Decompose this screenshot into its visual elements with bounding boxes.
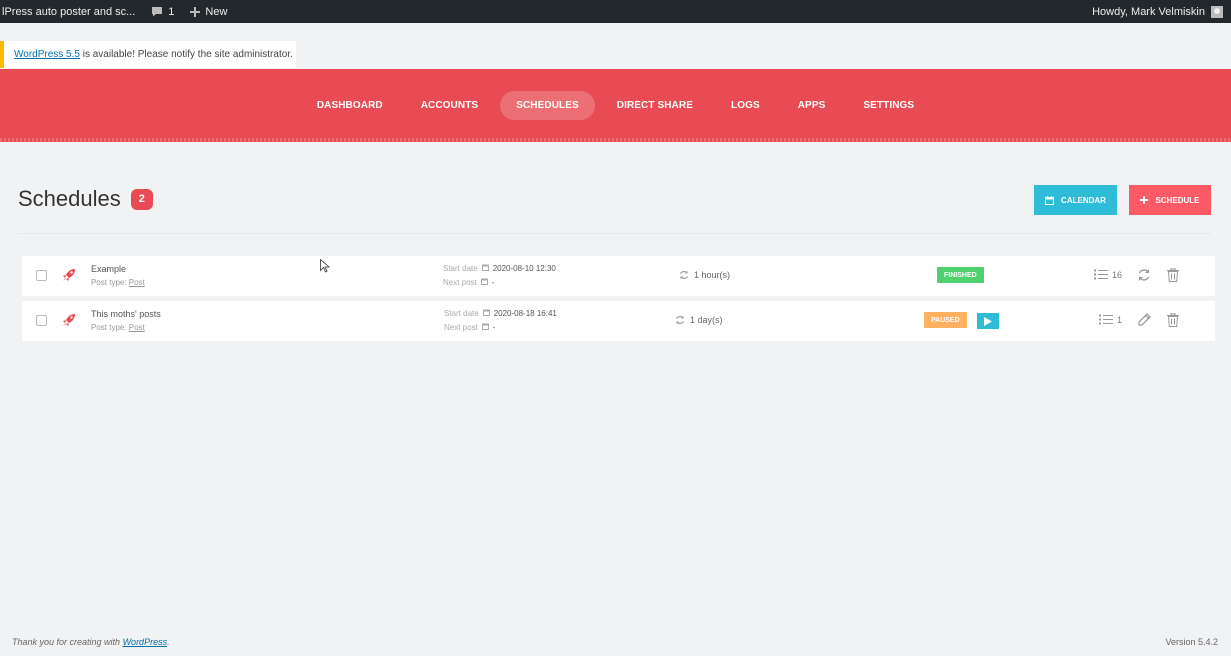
- row-checkbox[interactable]: [36, 270, 47, 281]
- logs-button[interactable]: 1: [1099, 314, 1122, 325]
- calendar-button[interactable]: CALENDAR: [1034, 185, 1117, 215]
- main-navigation: DASHBOARD ACCOUNTS SCHEDULES DIRECT SHAR…: [0, 69, 1231, 142]
- start-date-value: 2020-08-18 16:41: [493, 309, 557, 319]
- new-label: New: [205, 5, 228, 18]
- interval-value: 1 hour(s): [694, 270, 731, 280]
- next-post-label: Next post: [444, 323, 478, 333]
- schedule-name: Example: [91, 264, 127, 274]
- schedule-row: Example Post type: Post Start date 2020-0…: [22, 256, 1215, 296]
- play-icon: [984, 316, 992, 326]
- plus-icon: [190, 6, 201, 17]
- comments-link[interactable]: 1: [143, 6, 182, 18]
- nav-dashboard[interactable]: DASHBOARD: [301, 91, 399, 120]
- next-post-value: -: [492, 323, 496, 333]
- nav-accounts[interactable]: ACCOUNTS: [405, 91, 494, 120]
- start-date-label: Start date: [444, 309, 479, 319]
- header-divider: [18, 233, 1211, 234]
- rocket-icon: [62, 313, 76, 329]
- post-type: Post type: Post: [91, 278, 145, 287]
- edit-icon[interactable]: [1137, 313, 1151, 329]
- log-count: 1: [1117, 314, 1123, 325]
- add-schedule-button[interactable]: SCHEDULE: [1129, 185, 1211, 215]
- log-count: 16: [1112, 269, 1123, 280]
- page-title-text: Schedules: [18, 186, 121, 211]
- list-icon: [1099, 314, 1113, 325]
- wordpress-update-link[interactable]: WordPress 5.5: [14, 49, 80, 60]
- site-title-link[interactable]: lPress auto poster and sc...: [0, 6, 143, 18]
- post-type-label: Post type:: [91, 278, 129, 287]
- schedule-interval: 1 hour(s): [679, 270, 730, 280]
- footer-version: Version 5.4.2: [1165, 637, 1218, 647]
- comment-icon: [151, 6, 163, 17]
- next-post-value: -: [491, 278, 495, 288]
- delete-icon[interactable]: [1167, 267, 1179, 284]
- rerun-icon[interactable]: [1137, 268, 1151, 284]
- footer-thanks-suffix: .: [167, 637, 170, 647]
- new-content-link[interactable]: New: [182, 6, 235, 18]
- resume-button[interactable]: [977, 313, 999, 329]
- rocket-icon: [62, 268, 76, 284]
- interval-value: 1 day(s): [690, 315, 723, 325]
- calendar-icon: [480, 276, 488, 290]
- wp-admin-bar: lPress auto poster and sc... 1 New Howdy…: [0, 0, 1231, 23]
- footer-thanks-prefix: Thank you for creating with: [12, 637, 123, 647]
- post-type: Post type: Post: [91, 323, 145, 332]
- nav-apps[interactable]: APPS: [782, 91, 842, 120]
- schedule-row: This moths' posts Post type: Post Start …: [22, 301, 1215, 341]
- logs-button[interactable]: 16: [1094, 269, 1122, 280]
- status-badge: PAUSED: [924, 312, 967, 328]
- howdy-text: Howdy, Mark Velmiskin: [1092, 5, 1205, 18]
- calendar-icon: [481, 321, 489, 335]
- calendar-icon: [481, 262, 489, 276]
- schedule-name: This moths' posts: [91, 309, 161, 319]
- nav-settings[interactable]: SETTINGS: [847, 91, 930, 120]
- user-account-menu[interactable]: Howdy, Mark Velmiskin: [1092, 5, 1231, 18]
- mouse-cursor-icon: [320, 258, 331, 278]
- nav-direct-share[interactable]: DIRECT SHARE: [601, 91, 709, 120]
- footer-thanks: Thank you for creating with WordPress.: [12, 637, 170, 647]
- schedule-dates: Start date 2020-08-18 16:41 Next post -: [444, 307, 557, 335]
- post-type-link[interactable]: Post: [129, 278, 145, 287]
- calendar-icon: [482, 307, 490, 321]
- update-notice: WordPress 5.5 is available! Please notif…: [0, 41, 296, 68]
- repeat-icon: [679, 270, 689, 280]
- calendar-button-label: CALENDAR: [1061, 195, 1106, 205]
- schedule-count-badge: 2: [130, 188, 153, 210]
- list-icon: [1094, 269, 1108, 280]
- avatar: [1211, 5, 1223, 18]
- repeat-icon: [675, 315, 685, 325]
- plus-icon: [1140, 196, 1149, 204]
- comments-count: 1: [168, 5, 175, 18]
- wordpress-link[interactable]: WordPress: [123, 637, 168, 647]
- nav-schedules[interactable]: SCHEDULES: [500, 91, 595, 120]
- next-post-label: Next post: [443, 278, 477, 288]
- post-type-label: Post type:: [91, 323, 129, 332]
- page-title: Schedules 2: [18, 186, 153, 212]
- notice-message: is available! Please notify the site adm…: [79, 49, 293, 60]
- schedule-button-label: SCHEDULE: [1155, 195, 1200, 205]
- nav-logs[interactable]: LOGS: [715, 91, 776, 120]
- delete-icon[interactable]: [1167, 312, 1179, 329]
- post-type-link[interactable]: Post: [129, 323, 145, 332]
- row-checkbox[interactable]: [36, 315, 47, 326]
- start-date-value: 2020-08-10 12:30: [492, 264, 556, 274]
- calendar-icon: [1045, 195, 1055, 205]
- schedule-dates: Start date 2020-08-10 12:30 Next post -: [443, 262, 556, 290]
- schedule-interval: 1 day(s): [675, 315, 723, 325]
- status-badge: FINISHED: [937, 267, 984, 283]
- start-date-label: Start date: [443, 264, 478, 274]
